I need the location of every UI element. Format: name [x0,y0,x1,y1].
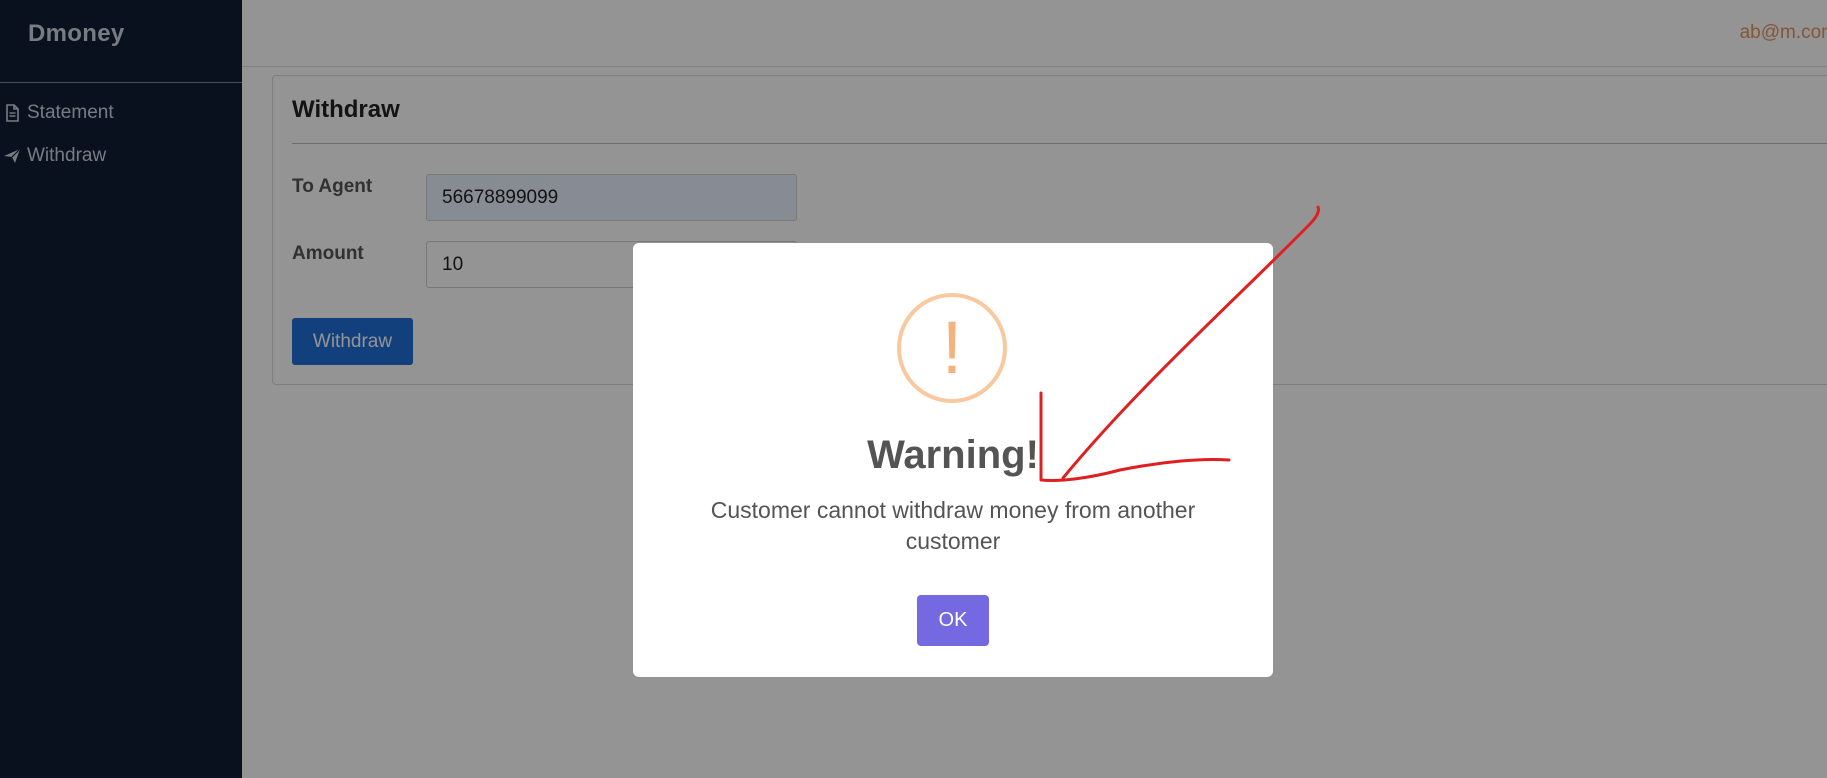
ok-button[interactable]: OK [917,595,989,646]
dialog-message: Customer cannot withdraw money from anot… [710,497,1196,554]
dialog-title: Warning! [867,433,1039,477]
warning-dialog: ! Warning! Customer cannot withdraw mone… [633,243,1273,677]
exclamation-glyph: ! [941,306,963,389]
warning-icon: ! [897,293,1007,403]
